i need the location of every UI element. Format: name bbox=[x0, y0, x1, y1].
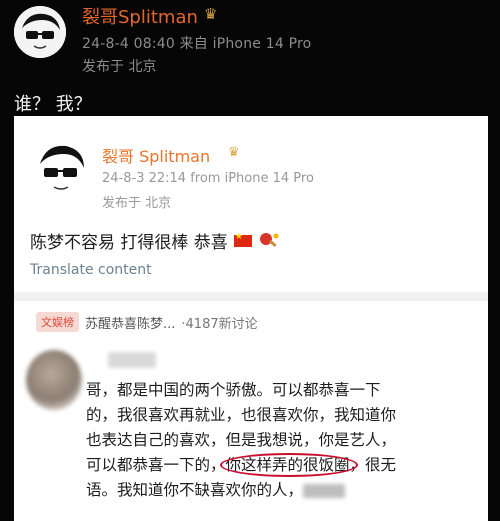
comment-line: 可以都恭喜一下的，你这样弄的很饭圈 ，很无 bbox=[86, 453, 478, 478]
outer-post: 裂哥Splitman ♛ 24-8-4 08:40 来自 iPhone 14 P… bbox=[0, 0, 500, 521]
quoted-screenshot: 裂哥 Splitman ♛ 24-8-3 22:14 from iPhone 1… bbox=[14, 116, 488, 521]
comment-line: 也表达自己的喜欢，但是我想说，你是艺人， bbox=[86, 431, 397, 449]
author-name[interactable]: 裂哥Splitman bbox=[82, 3, 198, 29]
comment-line: 语。我知道你不缺喜欢你的人， bbox=[86, 478, 478, 503]
comment-line: 的，我很喜欢再就业，也很喜欢你，我知道你 bbox=[86, 406, 397, 424]
commenter-avatar[interactable] bbox=[26, 350, 82, 410]
trending-topic[interactable]: 文娱榜 苏醒恭喜陈梦... ·4187新讨论 bbox=[36, 312, 258, 332]
ping-pong-icon bbox=[258, 232, 280, 250]
post-location: 发布于 北京 bbox=[82, 59, 157, 75]
sunglasses-avatar-icon bbox=[14, 6, 66, 58]
comment-text-segment: 可以都恭喜一下的， bbox=[86, 456, 226, 474]
topic-badge: 文娱榜 bbox=[36, 312, 79, 332]
crown-icon: ♛ bbox=[204, 5, 218, 23]
circled-phrase: 你这样弄的很饭圈 bbox=[219, 453, 358, 477]
quoted-post-meta: 24-8-3 22:14 from iPhone 14 Pro bbox=[102, 171, 314, 186]
redaction-blur bbox=[303, 483, 346, 498]
quoted-post-text-row: 陈梦不容易 打得很棒 恭喜 bbox=[30, 228, 280, 253]
topic-title[interactable]: 苏醒恭喜陈梦... bbox=[85, 313, 175, 332]
china-flag-icon bbox=[233, 232, 252, 247]
red-annotation-ellipse bbox=[219, 453, 358, 477]
commenter-name-redacted bbox=[108, 352, 156, 368]
quoted-post-location: 发布于 北京 bbox=[102, 196, 172, 211]
topic-count: ·4187新讨论 bbox=[181, 316, 258, 332]
author-avatar[interactable] bbox=[14, 6, 66, 58]
comment-body: 哥，都是中国的两个骄傲。可以都恭喜一下 的，我很喜欢再就业，也很喜欢你，我知道你… bbox=[86, 378, 478, 503]
quoted-author-avatar[interactable] bbox=[30, 138, 92, 200]
post-text: 谁？ 我？ bbox=[14, 94, 92, 115]
comment-line: 哥，都是中国的两个骄傲。可以都恭喜一下 bbox=[86, 381, 381, 399]
quoted-author-name[interactable]: 裂哥 Splitman bbox=[102, 143, 210, 167]
translate-content-link[interactable]: Translate content bbox=[30, 262, 152, 278]
comment-text-segment: 语。我知道你不缺喜欢你的人， bbox=[86, 481, 304, 499]
section-divider bbox=[14, 292, 488, 301]
quoted-post-text: 陈梦不容易 打得很棒 恭喜 bbox=[30, 233, 228, 253]
post-meta: 24-8-4 08:40 来自 iPhone 14 Pro bbox=[82, 36, 312, 52]
crown-icon: ♛ bbox=[228, 145, 240, 160]
sunglasses-avatar-icon bbox=[30, 138, 92, 200]
